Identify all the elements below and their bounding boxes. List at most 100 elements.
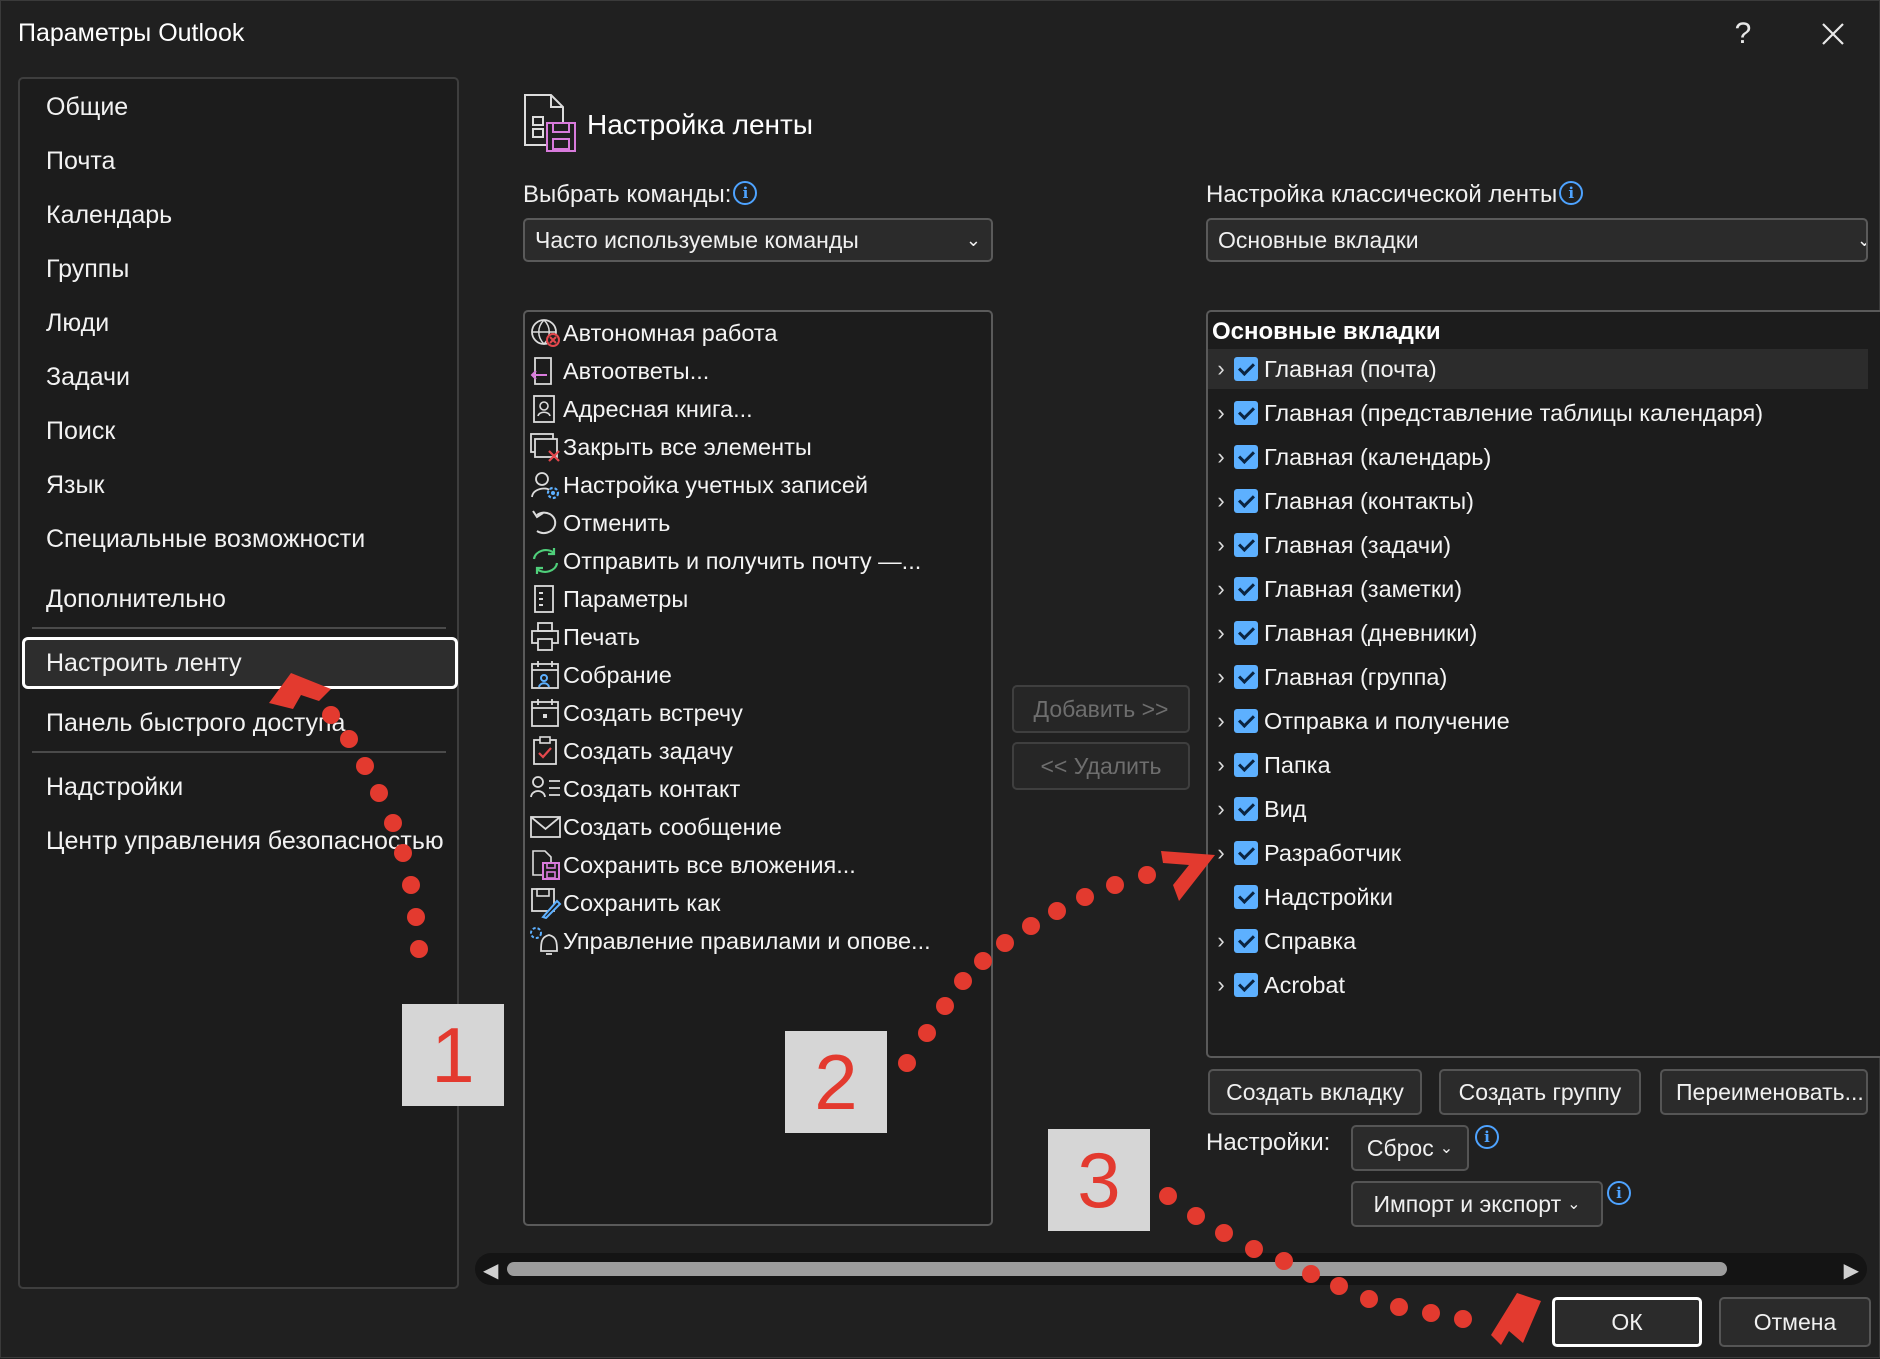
tree-item-help[interactable]: › Справка [1208,921,1868,961]
list-item[interactable]: Создать контакт [529,771,740,807]
customize-ribbon-dropdown[interactable]: Основные вкладки⌄ [1206,218,1868,262]
list-item[interactable]: Создать задачу [529,733,733,769]
reset-button[interactable]: Сброс ⌄ [1351,1125,1469,1171]
nav-item-language[interactable]: Язык [46,471,104,500]
chevron-right-icon[interactable]: › [1208,620,1234,646]
list-item[interactable]: Сохранить все вложения... [529,847,856,883]
tree-item-folder[interactable]: › Папка [1208,745,1868,785]
chevron-right-icon[interactable]: › [1208,444,1234,470]
tree-item-send-receive[interactable]: › Отправка и получение [1208,701,1868,741]
rename-button[interactable]: Переименовать... [1660,1069,1868,1115]
checkbox[interactable] [1234,577,1258,601]
add-button[interactable]: Добавить >> [1012,685,1190,733]
tree-item-home-mail[interactable]: › Главная (почта) [1208,349,1868,389]
tree-item-home-journals[interactable]: › Главная (дневники) [1208,613,1868,653]
tree-item-acrobat[interactable]: › Acrobat [1208,965,1868,1005]
cancel-button[interactable]: Отмена [1719,1297,1871,1347]
globe-offline-icon [529,317,563,349]
new-tab-button[interactable]: Создать вкладку [1208,1069,1422,1115]
chevron-right-icon[interactable]: › [1208,972,1234,998]
remove-button[interactable]: << Удалить [1012,742,1190,790]
nav-item-trust-center[interactable]: Центр управления безопасностью [46,827,444,856]
chevron-right-icon[interactable]: › [1208,532,1234,558]
chevron-right-icon[interactable]: › [1208,664,1234,690]
nav-item-tasks[interactable]: Задачи [46,363,130,392]
scrollbar-thumb[interactable] [507,1262,1727,1276]
import-export-button[interactable]: Импорт и экспорт ⌄ [1351,1181,1603,1227]
checkbox[interactable] [1234,489,1258,513]
nav-item-customize-ribbon[interactable]: Настроить ленту [46,649,242,678]
horizontal-scrollbar[interactable]: ◀ ▶ [475,1253,1867,1285]
tree-item-home-contacts[interactable]: › Главная (контакты) [1208,481,1868,521]
tree-item-home-calendar[interactable]: › Главная (календарь) [1208,437,1868,477]
chevron-right-icon[interactable]: › [1208,796,1234,822]
list-item[interactable]: Автономная работа [529,315,777,351]
tree-item-addins[interactable]: Надстройки [1208,877,1868,917]
checkbox[interactable] [1234,665,1258,689]
nav-item-people[interactable]: Люди [46,309,109,338]
chevron-right-icon[interactable]: › [1208,488,1234,514]
nav-item-accessibility[interactable]: Специальные возможности [46,525,365,554]
chevron-right-icon[interactable]: › [1208,356,1234,382]
info-icon[interactable]: i [733,181,758,205]
checkbox[interactable] [1234,797,1258,821]
list-item[interactable]: Печать [529,619,640,655]
help-button[interactable]: ? [1715,11,1771,57]
nav-item-groups[interactable]: Группы [46,255,129,284]
nav-item-mail[interactable]: Почта [46,147,115,176]
info-icon[interactable]: i [1559,181,1584,205]
chevron-right-icon[interactable]: › [1208,928,1234,954]
chevron-right-icon[interactable]: › [1208,576,1234,602]
checkbox[interactable] [1234,401,1258,425]
ok-button[interactable]: ОК [1552,1297,1702,1347]
list-item[interactable]: Собрание [529,657,672,693]
commands-list[interactable]: Автономная работа Автоответы... Адресная… [523,310,993,1226]
tree-item-home-group[interactable]: › Главная (группа) [1208,657,1868,697]
checkbox[interactable] [1234,885,1258,909]
checkbox[interactable] [1234,533,1258,557]
list-item[interactable]: Отменить [529,505,670,541]
list-item[interactable]: Управление правилами и опове... [529,923,931,959]
list-item[interactable]: Настройка учетных записей [529,467,868,503]
chevron-down-icon: ⌄ [965,230,981,250]
scroll-right-icon[interactable]: ▶ [1844,1258,1859,1283]
ribbon-tabs-tree[interactable]: Основные вкладки › Главная (почта) › Главн… [1206,310,1880,1058]
chevron-right-icon[interactable]: › [1208,840,1234,866]
list-item[interactable]: Сохранить как [529,885,720,921]
checkbox[interactable] [1234,753,1258,777]
checkbox[interactable] [1234,841,1258,865]
nav-item-quick-access-toolbar[interactable]: Панель быстрого доступа [46,709,345,738]
list-item[interactable]: Адресная книга... [529,391,753,427]
nav-item-general[interactable]: Общие [46,93,128,122]
nav-item-advanced[interactable]: Дополнительно [46,585,226,614]
nav-item-search[interactable]: Поиск [46,417,115,446]
choose-commands-dropdown[interactable]: Часто используемые команды ⌄ [523,218,993,262]
tree-item-view[interactable]: › Вид [1208,789,1868,829]
nav-item-calendar[interactable]: Календарь [46,201,172,230]
chevron-right-icon[interactable]: › [1208,752,1234,778]
checkbox[interactable] [1234,973,1258,997]
tree-item-developer[interactable]: › Разработчик [1208,833,1868,873]
list-item[interactable]: Автоответы... [529,353,709,389]
info-icon[interactable]: i [1607,1181,1631,1205]
chevron-right-icon[interactable]: › [1208,400,1234,426]
list-item[interactable]: Закрыть все элементы [529,429,812,465]
checkbox[interactable] [1234,621,1258,645]
info-icon[interactable]: i [1475,1125,1499,1149]
list-item[interactable]: Создать сообщение [529,809,782,845]
list-item[interactable]: Отправить и получить почту —... [529,543,921,579]
scroll-left-icon[interactable]: ◀ [483,1258,498,1283]
tree-item-home-notes[interactable]: › Главная (заметки) [1208,569,1868,609]
list-item[interactable]: Создать встречу [529,695,743,731]
checkbox[interactable] [1234,709,1258,733]
checkbox[interactable] [1234,445,1258,469]
new-group-button[interactable]: Создать группу [1439,1069,1641,1115]
close-button[interactable] [1805,11,1861,57]
chevron-right-icon[interactable]: › [1208,708,1234,734]
nav-item-addins[interactable]: Надстройки [46,773,183,802]
list-item[interactable]: Параметры [529,581,688,617]
tree-item-home-tasks[interactable]: › Главная (задачи) [1208,525,1868,565]
checkbox[interactable] [1234,357,1258,381]
tree-item-home-calendar-table[interactable]: › Главная (представление таблицы календар… [1208,393,1868,433]
checkbox[interactable] [1234,929,1258,953]
